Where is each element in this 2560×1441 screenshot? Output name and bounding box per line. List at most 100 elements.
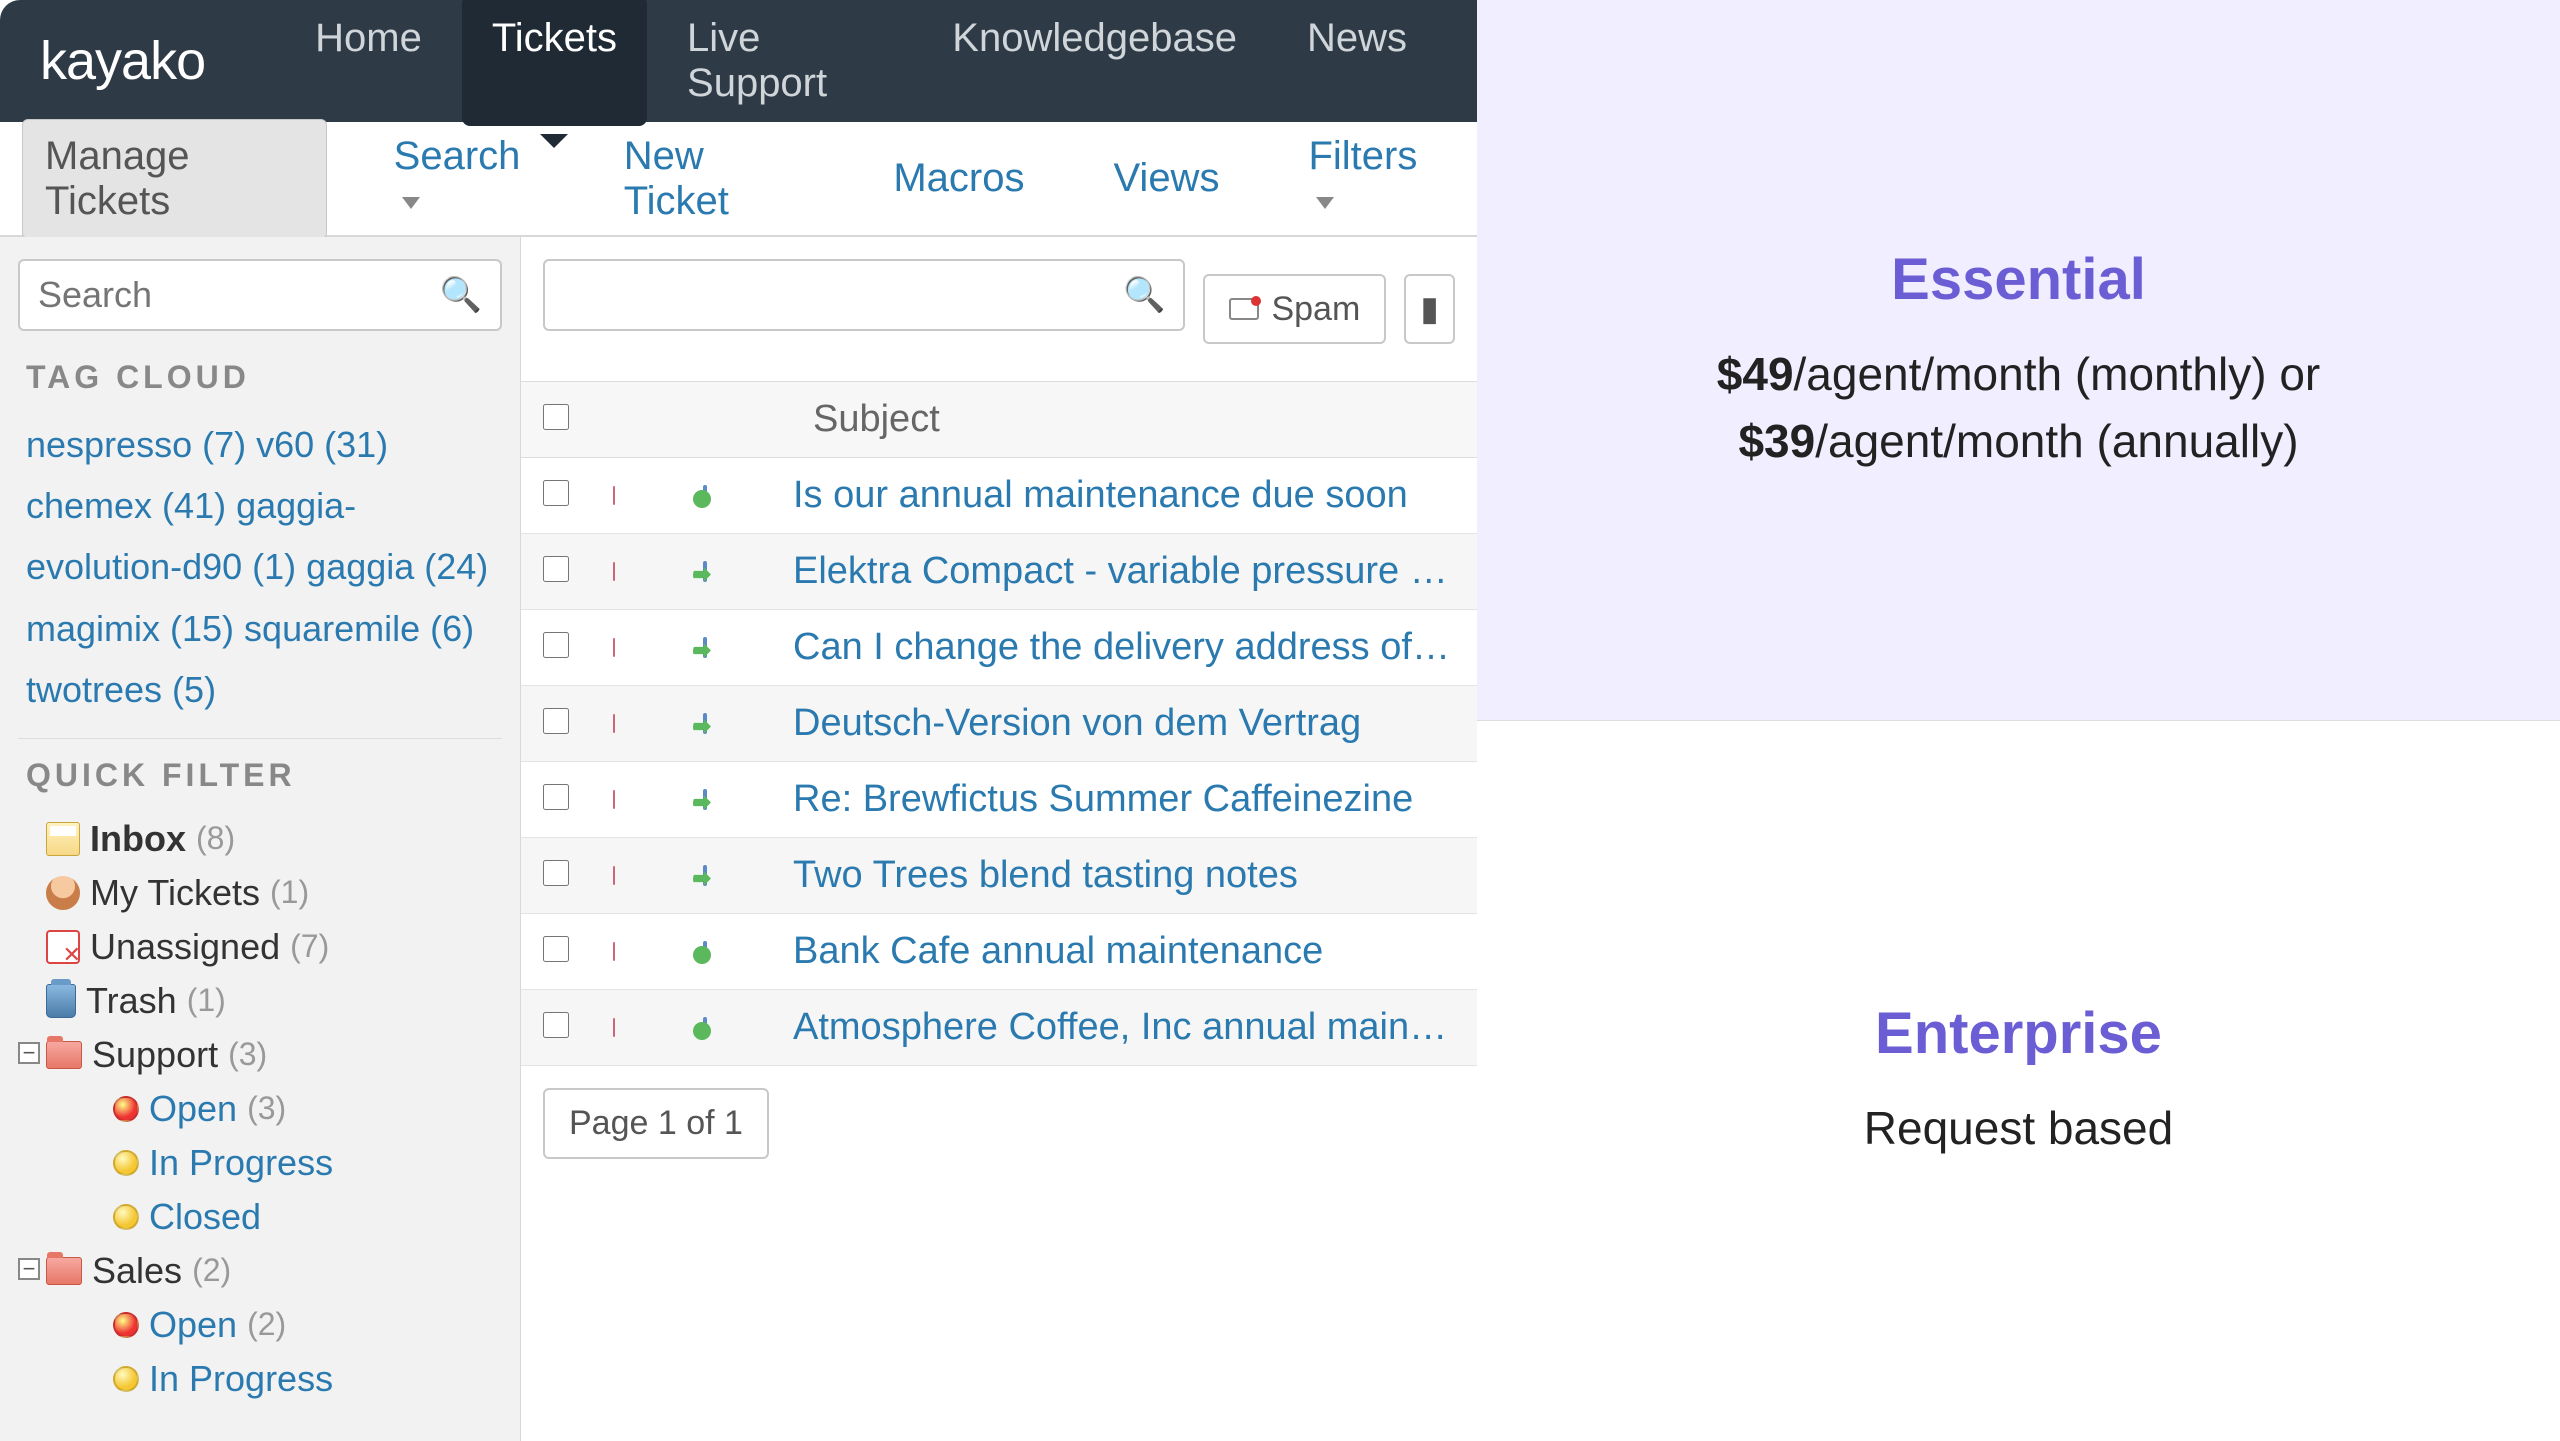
chevron-down-icon [1316, 197, 1334, 209]
row-checkbox[interactable] [543, 632, 569, 658]
filter-status-closed[interactable]: Closed [18, 1190, 502, 1244]
spam-button[interactable]: Spam [1203, 274, 1386, 344]
more-button[interactable]: ▮ [1404, 274, 1455, 344]
filter-support[interactable]: − Support (3) [18, 1028, 502, 1082]
tickets-table: Subject Is our annual maintenance due so… [521, 381, 1477, 1066]
ticket-subject[interactable]: Is our annual maintenance due soon [793, 474, 1455, 517]
row-checkbox[interactable] [543, 708, 569, 734]
file-status-icon [703, 1017, 707, 1038]
ticket-subject[interactable]: Bank Cafe annual maintenance [793, 930, 1455, 973]
ticket-subject[interactable]: Re: Brewfictus Summer Caffeinezine [793, 778, 1455, 821]
eraser-icon[interactable] [613, 790, 615, 809]
eraser-icon[interactable] [613, 942, 615, 961]
main-search[interactable]: 🔍 [543, 259, 1185, 331]
filter-status-in-progress[interactable]: In Progress [18, 1352, 502, 1406]
row-checkbox[interactable] [543, 1012, 569, 1038]
filter-status-open[interactable]: Open(2) [18, 1298, 502, 1352]
pricing-panel: Essential $49/agent/month (monthly) or $… [1477, 0, 2560, 1441]
nav-tickets[interactable]: Tickets [462, 0, 647, 126]
trash-icon [46, 984, 76, 1018]
main-area: 🔍 Spam ▮ Subject Is our annual maintenan… [520, 237, 1477, 1441]
tag-magimix[interactable]: magimix (15) [26, 608, 244, 649]
chevron-down-icon [402, 197, 420, 209]
row-checkbox[interactable] [543, 936, 569, 962]
eraser-icon[interactable] [613, 866, 615, 885]
logo: kayako [40, 30, 205, 92]
file-status-icon [703, 789, 707, 810]
collapse-icon[interactable]: − [18, 1042, 40, 1064]
table-row[interactable]: Re: Brewfictus Summer Caffeinezine [521, 762, 1477, 838]
tag-v60[interactable]: v60 (31) [256, 424, 388, 465]
filter-my-tickets[interactable]: My Tickets (1) [18, 866, 502, 920]
subnav-new-ticket[interactable]: New Ticket [602, 120, 827, 238]
ticket-subject[interactable]: Can I change the delivery address of my [793, 626, 1455, 669]
nav-news[interactable]: News [1277, 0, 1437, 126]
tag-gaggia[interactable]: gaggia (24) [306, 546, 488, 587]
subnav-macros[interactable]: Macros [871, 142, 1046, 215]
subnav-filters[interactable]: Filters [1286, 120, 1455, 238]
table-row[interactable]: Is our annual maintenance due soon [521, 458, 1477, 534]
file-status-icon [703, 941, 707, 962]
filter-sales[interactable]: − Sales (2) [18, 1244, 502, 1298]
file-status-icon [703, 713, 707, 734]
row-checkbox[interactable] [543, 784, 569, 810]
table-row[interactable]: Elektra Compact - variable pressure supp [521, 534, 1477, 610]
tag-chemex[interactable]: chemex (41) [26, 485, 236, 526]
tag-nespresso[interactable]: nespresso (7) [26, 424, 256, 465]
filter-unassigned[interactable]: Unassigned (7) [18, 920, 502, 974]
filter-status-in-progress[interactable]: In Progress [18, 1136, 502, 1190]
file-status-icon [703, 637, 707, 658]
tag-squaremile[interactable]: squaremile (6) [244, 608, 474, 649]
main-toolbar: 🔍 Spam ▮ [521, 259, 1477, 381]
sidebar-search-input[interactable] [38, 274, 440, 316]
eraser-icon[interactable] [613, 714, 615, 733]
table-row[interactable]: Can I change the delivery address of my [521, 610, 1477, 686]
ticket-subject[interactable]: Elektra Compact - variable pressure supp [793, 550, 1455, 593]
filter-inbox[interactable]: Inbox (8) [18, 812, 502, 866]
eraser-icon[interactable] [613, 638, 615, 657]
eraser-icon[interactable] [613, 1018, 615, 1037]
select-all-checkbox[interactable] [543, 404, 569, 430]
row-checkbox[interactable] [543, 556, 569, 582]
table-row[interactable]: Deutsch-Version von dem Vertrag [521, 686, 1477, 762]
subnav-search[interactable]: Search [372, 120, 557, 238]
pricing-enterprise: Enterprise Request based [1477, 721, 2560, 1441]
essential-title: Essential [1891, 246, 2146, 313]
status-dot-icon [113, 1096, 139, 1122]
tag-cloud: nespresso (7) v60 (31) chemex (41) gaggi… [18, 410, 502, 739]
table-row[interactable]: Atmosphere Coffee, Inc annual maintenan [521, 990, 1477, 1066]
ticket-subject[interactable]: Deutsch-Version von dem Vertrag [793, 702, 1455, 745]
essential-detail: $49/agent/month (monthly) or $39/agent/m… [1717, 341, 2320, 474]
column-subject[interactable]: Subject [613, 398, 940, 441]
tag-twotrees[interactable]: twotrees (5) [26, 669, 216, 710]
sidebar-search[interactable]: 🔍 [18, 259, 502, 331]
ticket-subject[interactable]: Atmosphere Coffee, Inc annual maintenan [793, 1006, 1455, 1049]
table-row[interactable]: Two Trees blend tasting notes [521, 838, 1477, 914]
filter-tree: Inbox (8) My Tickets (1) Unassigned (7) [18, 808, 502, 1410]
filter-trash[interactable]: Trash (1) [18, 974, 502, 1028]
row-checkbox[interactable] [543, 860, 569, 886]
nav-home[interactable]: Home [285, 0, 452, 126]
main-search-input[interactable] [563, 274, 1123, 316]
unassigned-icon [46, 930, 80, 964]
subnav-views[interactable]: Views [1091, 142, 1241, 215]
ticket-subject[interactable]: Two Trees blend tasting notes [793, 854, 1455, 897]
status-dot-icon [113, 1312, 139, 1338]
tag-cloud-title: TAG CLOUD [26, 359, 502, 396]
pricing-essential: Essential $49/agent/month (monthly) or $… [1477, 0, 2560, 721]
collapse-icon[interactable]: − [18, 1258, 40, 1280]
status-dot-icon [113, 1150, 139, 1176]
nav-knowledgebase[interactable]: Knowledgebase [922, 0, 1267, 126]
table-row[interactable]: Bank Cafe annual maintenance [521, 914, 1477, 990]
subnav-manage-tickets[interactable]: Manage Tickets [22, 119, 327, 239]
eraser-icon[interactable] [613, 562, 615, 581]
table-header: Subject [521, 381, 1477, 458]
pagination: Page 1 of 1 [543, 1088, 769, 1159]
quick-filter-title: QUICK FILTER [26, 757, 502, 794]
sidebar: 🔍 TAG CLOUD nespresso (7) v60 (31) cheme… [0, 237, 520, 1441]
filter-status-open[interactable]: Open(3) [18, 1082, 502, 1136]
topbar: kayako Home Tickets Live Support Knowled… [0, 0, 1477, 122]
eraser-icon[interactable] [613, 486, 615, 505]
nav-live-support[interactable]: Live Support [657, 0, 912, 126]
row-checkbox[interactable] [543, 480, 569, 506]
